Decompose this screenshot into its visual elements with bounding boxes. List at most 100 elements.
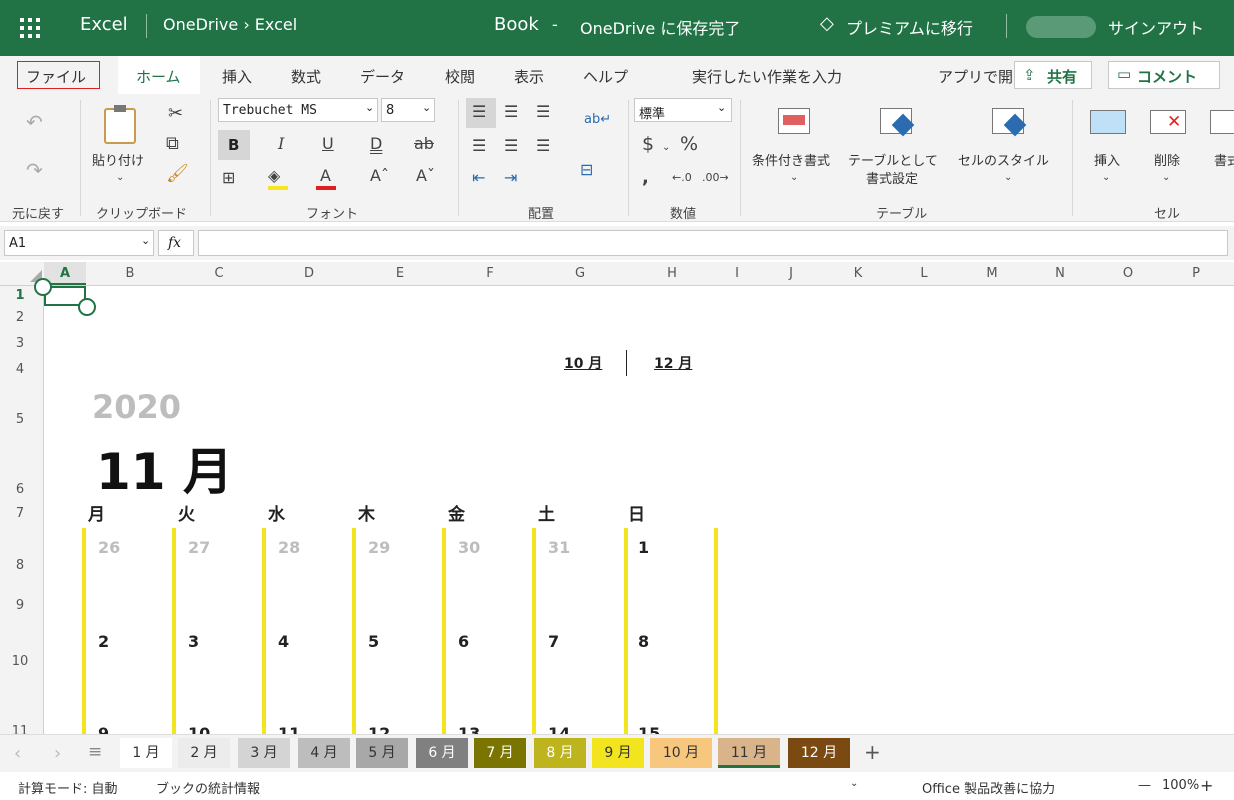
- sheet-tab[interactable]: 4 月: [298, 738, 350, 768]
- signout-link[interactable]: サインアウト: [1108, 15, 1204, 39]
- conditional-format-icon[interactable]: [778, 108, 810, 134]
- name-box[interactable]: A1 ⌄: [4, 230, 154, 256]
- format-cells-icon[interactable]: [1210, 110, 1234, 134]
- column-header[interactable]: D: [264, 266, 354, 281]
- column-header[interactable]: O: [1094, 266, 1162, 281]
- add-sheet-icon[interactable]: +: [864, 740, 881, 764]
- chevron-down-icon[interactable]: ⌄: [790, 170, 798, 186]
- sheet-tab[interactable]: 9 月: [592, 738, 644, 768]
- comment-button[interactable]: ▭ コメント: [1108, 61, 1220, 89]
- sheet-tab[interactable]: 3 月: [238, 738, 290, 768]
- row-header[interactable]: 2: [0, 310, 40, 325]
- chevron-down-icon[interactable]: ⌄: [1102, 170, 1110, 186]
- row-header[interactable]: 3: [0, 336, 40, 351]
- scroll-left-icon[interactable]: ‹: [14, 743, 21, 764]
- tab-home[interactable]: ホーム: [136, 66, 181, 87]
- sheet-list-icon[interactable]: ≡: [88, 742, 102, 762]
- tab-view[interactable]: 表示: [514, 66, 544, 87]
- italic-button[interactable]: I: [278, 136, 284, 152]
- tell-me-input[interactable]: 実行したい作業を入力: [692, 66, 842, 87]
- app-name[interactable]: Excel: [80, 14, 128, 35]
- cell-styles-button[interactable]: セルのスタイル: [958, 150, 1049, 169]
- calendar-day[interactable]: 2: [98, 632, 109, 651]
- breadcrumb[interactable]: OneDrive › Excel: [163, 15, 297, 34]
- chevron-down-icon[interactable]: ⌄: [116, 170, 124, 186]
- column-header[interactable]: H: [626, 266, 718, 281]
- format-painter-icon[interactable]: 🖌: [166, 165, 189, 183]
- column-header[interactable]: G: [534, 266, 626, 281]
- font-name-select[interactable]: Trebuchet MS ⌄: [218, 98, 378, 122]
- column-header[interactable]: F: [446, 266, 534, 281]
- selection-handle[interactable]: [78, 298, 96, 316]
- column-header[interactable]: E: [354, 266, 446, 281]
- sheet-tab[interactable]: 10 月: [650, 738, 712, 768]
- conditional-format-button[interactable]: 条件付き書式: [752, 150, 830, 169]
- tab-data[interactable]: データ: [360, 66, 405, 87]
- tab-file[interactable]: ファイル: [26, 66, 86, 87]
- calendar-day[interactable]: 7: [548, 632, 559, 651]
- copy-icon[interactable]: ⧉: [166, 135, 179, 153]
- insert-cells-button[interactable]: 挿入: [1094, 150, 1120, 169]
- sheet-tab[interactable]: 2 月: [178, 738, 230, 768]
- align-left-icon[interactable]: ☰: [472, 138, 486, 154]
- calendar-day[interactable]: 30: [458, 538, 480, 557]
- cut-icon[interactable]: ✂: [168, 105, 183, 123]
- paste-icon[interactable]: [104, 105, 136, 144]
- delete-cells-icon[interactable]: ✕: [1150, 110, 1186, 134]
- align-bottom-icon[interactable]: ☰: [536, 104, 550, 120]
- font-color-icon[interactable]: A: [320, 168, 331, 184]
- calendar-day[interactable]: 1: [638, 538, 649, 557]
- calendar-day[interactable]: 26: [98, 538, 120, 557]
- align-right-icon[interactable]: ☰: [536, 138, 550, 154]
- sheet-tab[interactable]: 6 月: [416, 738, 468, 768]
- column-header[interactable]: I: [718, 266, 756, 281]
- tab-formulas[interactable]: 数式: [291, 66, 321, 87]
- sheet-tab[interactable]: 5 月: [356, 738, 408, 768]
- column-header[interactable]: N: [1026, 266, 1094, 281]
- currency-button[interactable]: $: [642, 135, 654, 154]
- row-header[interactable]: 9: [0, 598, 40, 613]
- increase-decimal-icon[interactable]: ←.0: [672, 170, 692, 186]
- bold-button[interactable]: B: [218, 130, 250, 160]
- number-format-select[interactable]: 標準 ⌄: [634, 98, 732, 122]
- calendar-day[interactable]: 27: [188, 538, 210, 557]
- column-header[interactable]: J: [756, 266, 826, 281]
- next-month-link[interactable]: 12 月: [654, 353, 692, 373]
- align-middle-icon[interactable]: ☰: [504, 104, 518, 120]
- row-header[interactable]: 7: [0, 506, 40, 521]
- column-header[interactable]: C: [174, 266, 264, 281]
- column-header[interactable]: M: [958, 266, 1026, 281]
- workbook-stats-link[interactable]: ブックの統計情報: [156, 778, 260, 797]
- chevron-down-icon[interactable]: ⌄: [1004, 170, 1012, 186]
- strikethrough-button[interactable]: ab: [414, 136, 434, 152]
- tab-review[interactable]: 校閲: [445, 66, 475, 87]
- cell-styles-icon[interactable]: [992, 108, 1027, 137]
- tab-help[interactable]: ヘルプ: [583, 66, 628, 87]
- feedback-link[interactable]: Office 製品改善に協力: [922, 778, 1055, 797]
- row-header[interactable]: 8: [0, 558, 40, 573]
- sheet-tab[interactable]: 12 月: [788, 738, 850, 768]
- insert-function-button[interactable]: fx: [158, 230, 194, 256]
- column-header[interactable]: B: [86, 266, 174, 281]
- calendar-day[interactable]: 4: [278, 632, 289, 651]
- calendar-day[interactable]: 5: [368, 632, 379, 651]
- percent-button[interactable]: %: [680, 135, 698, 154]
- app-launcher-icon[interactable]: [20, 18, 40, 38]
- increase-font-icon[interactable]: Aˆ: [370, 168, 389, 184]
- decrease-indent-icon[interactable]: ⇤: [472, 170, 485, 186]
- borders-icon[interactable]: ⊞: [222, 170, 235, 186]
- paste-button[interactable]: 貼り付け: [92, 150, 144, 169]
- sheet-tab[interactable]: 1 月: [120, 738, 172, 768]
- undo-icon[interactable]: ↶: [26, 112, 43, 132]
- calendar-day[interactable]: 6: [458, 632, 469, 651]
- format-as-table-icon[interactable]: [880, 108, 915, 137]
- zoom-in-button[interactable]: +: [1200, 776, 1213, 795]
- row-header[interactable]: 6: [0, 482, 40, 497]
- zoom-level[interactable]: 100%: [1162, 778, 1199, 793]
- format-as-table-button-line2[interactable]: 書式設定: [866, 168, 918, 187]
- underline-button[interactable]: U: [322, 136, 334, 152]
- calendar-day[interactable]: 3: [188, 632, 199, 651]
- chevron-down-icon[interactable]: ⌄: [662, 140, 670, 156]
- column-header[interactable]: K: [826, 266, 890, 281]
- share-button[interactable]: ⇪ 共有: [1014, 61, 1092, 89]
